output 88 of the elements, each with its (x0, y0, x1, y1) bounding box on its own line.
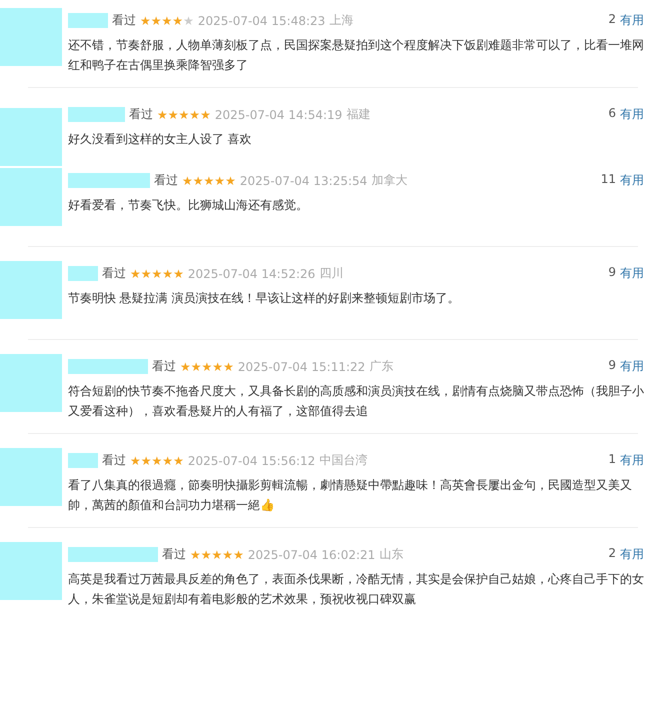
watched-label: 看过 (154, 172, 178, 189)
review-time: 2025-07-04 15:11:22 (238, 360, 366, 374)
star-icon: ★ (212, 548, 222, 560)
star-icon: ★ (130, 268, 141, 280)
useful-count: 6 (608, 106, 616, 122)
useful-link[interactable]: 有用 (620, 358, 644, 375)
review-text: 高英是我看过万茜最具反差的角色了，表面杀伐果断，冷酷无情，其实是会保护自己姑娘，心疼自己手下的女人，朱雀堂说是短剧却有着电影般的艺术效果，预祝收视口碑双赢 (68, 571, 644, 608)
review-location: 四川 (319, 265, 344, 282)
star-icon: ★ (192, 174, 204, 186)
review-time: 2025-07-04 15:56:12 (188, 454, 316, 468)
star-icon: ★ (200, 108, 211, 120)
review-time: 2025-07-04 16:02:21 (248, 548, 376, 562)
star-icon: ★ (223, 360, 234, 372)
name-mask (68, 107, 125, 122)
review-time: 2025-07-04 15:48:23 (198, 14, 326, 28)
review-text: 还不错，节奏舒服，人物单薄刻板了点，民国探案悬疑拍到这个程度解决下饭剧难题非常可以了，比看一堆网红和鸭子在古偶里换乘降智强多了 (68, 37, 644, 74)
star-icon: ★ (162, 454, 174, 466)
review-location: 山东 (379, 546, 404, 563)
star-icon: ★ (225, 174, 236, 186)
watched-label: 看过 (162, 546, 186, 563)
review-location: 广东 (369, 358, 394, 375)
avatar-placeholder (0, 168, 62, 226)
review-time: 2025-07-04 14:54:19 (214, 108, 342, 122)
useful-link[interactable]: 有用 (620, 106, 644, 123)
useful-link[interactable]: 有用 (620, 452, 644, 469)
star-icon: ★ (233, 548, 244, 560)
review-text: 节奏明快 悬疑拉满 演员演技在线！早该让这样的好剧来整顿短剧市场了。 (68, 290, 460, 307)
review-location: 上海 (329, 12, 354, 29)
star-icon: ★ (150, 14, 162, 26)
useful-link[interactable]: 有用 (620, 546, 644, 563)
star-icon: ★ (180, 360, 191, 372)
watched-label: 看过 (152, 358, 176, 375)
review-location: 中国台湾 (319, 452, 368, 469)
review-text: 符合短剧的快节奏不拖沓尺度大，又具备长剧的高质感和演员演技在线，剧情有点烧脑又带点恐怖（我胆子小又爱看这种），喜欢看悬疑片的人有福了，这部值得去追 (68, 383, 644, 420)
star-icon: ★ (152, 454, 162, 466)
review-text: 看了八集真的很過癮，節奏明快攝影剪輯流暢，劇情懸疑中帶點趣味！高英會長屢出金句，民國造型又美又帥，萬茜的顏值和台詞功力堪稱一絕👍 (68, 477, 633, 514)
review-time: 2025-07-04 14:52:26 (188, 266, 316, 280)
useful-count: 1 (608, 452, 616, 468)
star-icon: ★ (212, 360, 224, 372)
useful-count: 11 (600, 172, 616, 188)
star-icon: ★ (190, 360, 202, 372)
star-icon: ★ (140, 268, 152, 280)
star-icon: ★ (202, 360, 212, 372)
review-location: 福建 (346, 106, 370, 123)
avatar-placeholder (0, 261, 62, 319)
star-icon: ★ (173, 268, 184, 280)
useful-link[interactable]: 有用 (620, 265, 644, 282)
star-icon: ★ (182, 174, 193, 186)
star-icon: ★ (173, 454, 184, 466)
star-icon: ★ (190, 548, 201, 560)
useful-link[interactable]: 有用 (620, 172, 644, 189)
review-text: 好久没看到这样的女主人设了 喜欢 (68, 131, 253, 148)
star-icon: ★ (152, 268, 162, 280)
star-icon: ★ (214, 174, 226, 186)
avatar-placeholder (0, 354, 62, 412)
watched-label: 看过 (129, 106, 153, 123)
star-icon: ★ (189, 108, 200, 120)
star-icon: ★ (140, 14, 151, 26)
star-icon: ★ (178, 108, 190, 120)
watched-label: 看过 (112, 12, 136, 29)
name-mask (68, 453, 98, 468)
watched-label: 看过 (102, 265, 126, 282)
star-icon: ★ (172, 14, 184, 26)
name-mask (68, 266, 98, 281)
watched-label: 看过 (102, 452, 126, 469)
name-mask (68, 13, 108, 28)
useful-count: 9 (608, 265, 616, 281)
useful-link[interactable]: 有用 (620, 12, 644, 29)
review-time: 2025-07-04 13:25:54 (240, 174, 368, 188)
star-icon: ★ (222, 548, 234, 560)
avatar-placeholder (0, 8, 62, 66)
review-text: 好看爱看，节奏飞快。比狮城山海还有感觉。 (68, 197, 309, 214)
star-icon: ★ (200, 548, 212, 560)
star-icon: ★ (162, 268, 174, 280)
avatar-placeholder (0, 108, 62, 166)
star-icon: ★ (140, 454, 152, 466)
avatar-placeholder (0, 448, 62, 506)
star-icon: ★ (168, 108, 179, 120)
star-icon: ★ (130, 454, 141, 466)
star-icon: ★ (162, 14, 172, 26)
star-icon: ★ (157, 108, 168, 120)
review-location: 加拿大 (371, 172, 408, 189)
useful-count: 9 (608, 358, 616, 374)
useful-count: 2 (608, 546, 616, 562)
useful-count: 2 (608, 12, 616, 28)
star-icon: ★ (204, 174, 214, 186)
star-icon: ★ (183, 14, 194, 26)
avatar-placeholder (0, 542, 62, 600)
